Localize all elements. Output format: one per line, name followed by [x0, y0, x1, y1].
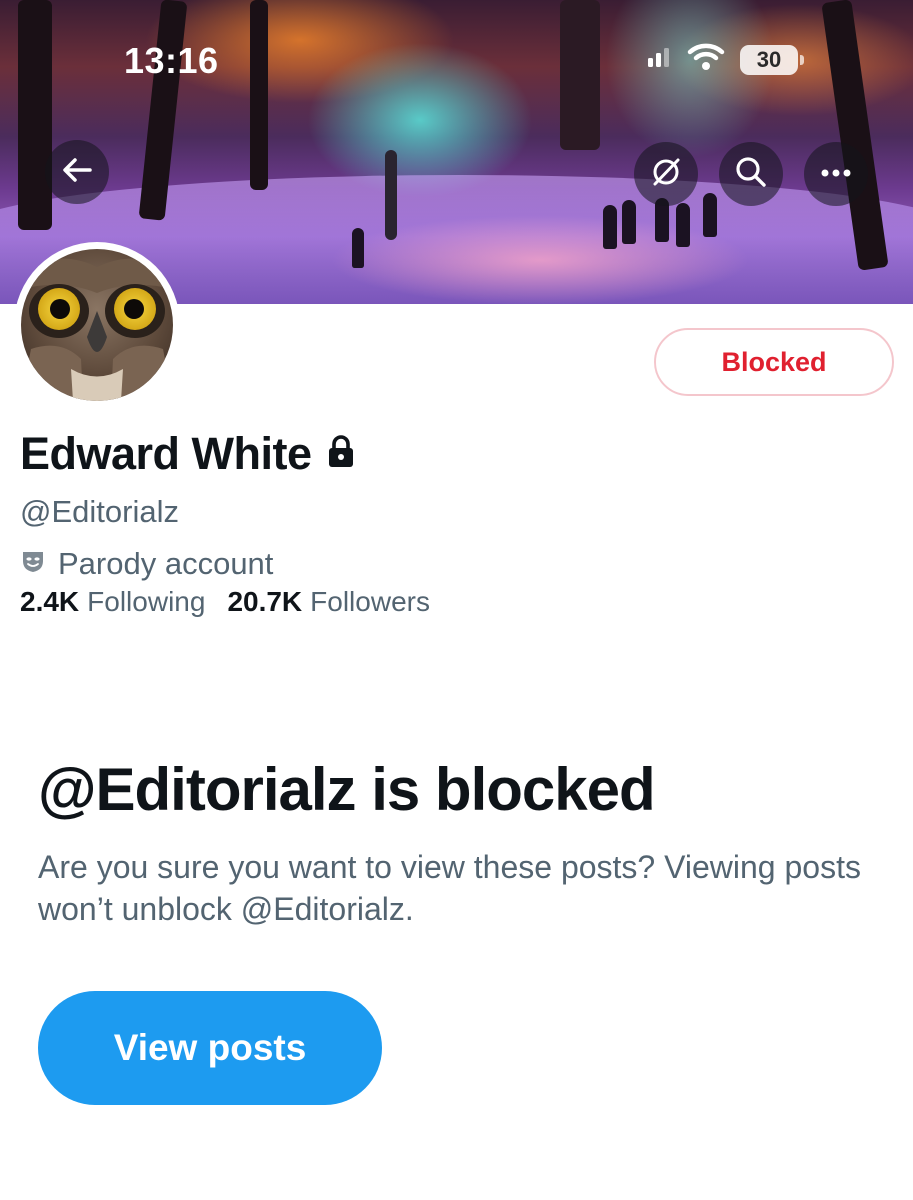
link-off-icon	[649, 155, 683, 194]
view-posts-label: View posts	[113, 1027, 307, 1068]
banner-figure	[603, 205, 617, 249]
banner-tree	[385, 150, 397, 240]
more-button[interactable]	[804, 142, 868, 206]
blocked-notice-title: @Editorialz is blocked	[38, 756, 656, 823]
lock-icon	[326, 434, 356, 474]
following-label: Following	[87, 586, 206, 617]
profile-name: Edward White	[20, 428, 312, 479]
status-time: 13:16	[124, 40, 219, 81]
more-icon	[819, 165, 853, 183]
status-icons: 30	[646, 42, 804, 77]
battery-level: 30	[756, 46, 782, 72]
profile-name-row: Edward White	[20, 428, 356, 480]
profile-handle: @Editorialz	[20, 494, 179, 529]
followers-count: 20.7K	[227, 586, 303, 617]
battery-icon: 30	[740, 44, 804, 75]
view-posts-button[interactable]: View posts	[38, 991, 382, 1105]
followers-stat[interactable]: 20.7K Followers	[227, 586, 430, 618]
arrow-left-icon	[62, 157, 92, 188]
notifications-off-button[interactable]	[634, 142, 698, 206]
blocked-notice-description: Are you sure you want to view these post…	[38, 849, 861, 927]
avatar-image	[21, 249, 173, 401]
parody-label-row[interactable]: Parody account	[20, 546, 273, 582]
banner-tree	[560, 0, 600, 150]
following-count: 2.4K	[20, 586, 80, 617]
back-button[interactable]	[45, 140, 109, 204]
banner-figure	[352, 228, 364, 268]
banner-figure	[622, 200, 636, 244]
mask-icon	[20, 546, 46, 582]
wifi-icon	[686, 42, 726, 77]
blocked-button[interactable]: Blocked	[654, 328, 894, 396]
following-stat[interactable]: 2.4K Following	[20, 586, 205, 618]
banner-figure	[703, 193, 717, 237]
owl-image	[21, 249, 173, 401]
banner-tree	[18, 0, 52, 230]
blocked-button-label: Blocked	[721, 346, 827, 377]
profile-stats: 2.4K Following 20.7K Followers	[20, 586, 452, 618]
banner-tree	[250, 0, 268, 190]
search-button[interactable]	[719, 142, 783, 206]
followers-label: Followers	[310, 586, 430, 617]
avatar[interactable]	[14, 242, 180, 408]
signal-icon	[646, 46, 672, 73]
banner-figure	[676, 203, 690, 247]
search-icon	[734, 155, 768, 194]
parody-label: Parody account	[58, 546, 274, 581]
